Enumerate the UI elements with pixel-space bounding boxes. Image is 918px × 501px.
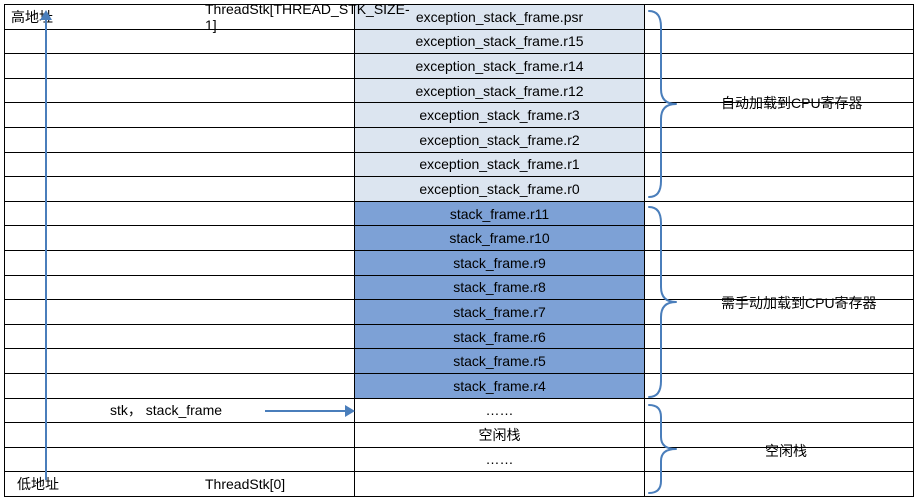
arrow-right-icon — [345, 405, 355, 417]
left-cell — [5, 226, 355, 250]
stack-cell: exception_stack_frame.r2 — [355, 128, 645, 152]
table-row: 高地址 ThreadStk[THREAD_STK_SIZE-1] excepti… — [5, 5, 913, 30]
left-cell — [5, 374, 355, 398]
anno-cell — [645, 251, 913, 275]
anno-cell — [645, 177, 913, 201]
left-cell — [5, 349, 355, 373]
left-cell — [5, 448, 355, 472]
high-slot-label: ThreadStk[THREAD_STK_SIZE-1] — [205, 1, 410, 33]
stack-cell: exception_stack_frame.r15 — [355, 30, 645, 54]
left-cell: 低地址 ThreadStk[0] — [5, 472, 355, 496]
table-row: exception_stack_frame.r2 — [5, 128, 913, 153]
left-cell — [5, 153, 355, 177]
anno-cell — [645, 349, 913, 373]
stack-cell: stack_frame.r10 — [355, 226, 645, 250]
left-cell — [5, 30, 355, 54]
anno-cell — [645, 325, 913, 349]
left-cell — [5, 300, 355, 324]
left-cell — [5, 276, 355, 300]
anno-cell — [645, 5, 913, 29]
left-cell — [5, 103, 355, 127]
anno-cell — [645, 226, 913, 250]
stack-layout-diagram: 高地址 ThreadStk[THREAD_STK_SIZE-1] excepti… — [4, 4, 914, 497]
stack-cell: exception_stack_frame.r12 — [355, 79, 645, 103]
table-row: stack_frame.r5 — [5, 349, 913, 374]
table-row: exception_stack_frame.r15 — [5, 30, 913, 55]
stack-cell: …… — [355, 448, 645, 472]
arrow-up-icon — [40, 10, 52, 20]
stack-cell: exception_stack_frame.r3 — [355, 103, 645, 127]
left-cell — [5, 423, 355, 447]
stack-cell: stack_frame.r11 — [355, 202, 645, 226]
left-cell — [5, 325, 355, 349]
stack-cell: exception_stack_frame.r1 — [355, 153, 645, 177]
stack-cell: stack_frame.r5 — [355, 349, 645, 373]
low-slot-label: ThreadStk[0] — [205, 476, 285, 492]
anno-cell — [645, 472, 913, 496]
stack-cell: stack_frame.r8 — [355, 276, 645, 300]
table-row: stack_frame.r9 — [5, 251, 913, 276]
left-cell — [5, 79, 355, 103]
left-cell — [5, 128, 355, 152]
left-cell — [5, 177, 355, 201]
anno-cell — [645, 54, 913, 78]
table-row: exception_stack_frame.r1 — [5, 153, 913, 178]
table-row: 低地址 ThreadStk[0] — [5, 472, 913, 497]
table-row: stack_frame.r10 — [5, 226, 913, 251]
annotation-free: 空闲栈 — [765, 441, 807, 461]
stack-cell: stack_frame.r9 — [355, 251, 645, 275]
stack-cell: 空闲栈 — [355, 423, 645, 447]
stack-cell: exception_stack_frame.r14 — [355, 54, 645, 78]
low-address-label: 低地址 — [17, 474, 59, 494]
anno-cell — [645, 399, 913, 423]
left-cell — [5, 251, 355, 275]
annotation-auto: 自动加载到CPU寄存器 — [721, 93, 863, 113]
stk-pointer-label: stk， stack_frame — [110, 400, 222, 420]
anno-cell — [645, 374, 913, 398]
anno-cell — [645, 128, 913, 152]
table-row: stack_frame.r4 — [5, 374, 913, 399]
left-cell: 高地址 ThreadStk[THREAD_STK_SIZE-1] — [5, 5, 355, 29]
stack-cell: stack_frame.r4 — [355, 374, 645, 398]
stack-cell: …… — [355, 399, 645, 423]
stack-cell — [355, 472, 645, 496]
table-row: stack_frame.r11 — [5, 202, 913, 227]
table-row: exception_stack_frame.r14 — [5, 54, 913, 79]
table-row: stk， stack_frame …… — [5, 399, 913, 424]
stack-cell: stack_frame.r7 — [355, 300, 645, 324]
annotation-manual: 需手动加载到CPU寄存器 — [721, 293, 877, 313]
table-row: stack_frame.r6 — [5, 325, 913, 350]
anno-cell — [645, 30, 913, 54]
left-cell — [5, 202, 355, 226]
direction-arrow-vertical — [45, 16, 47, 480]
stk-pointer-arrow — [265, 410, 347, 412]
stack-cell: exception_stack_frame.r0 — [355, 177, 645, 201]
table-row: exception_stack_frame.r0 — [5, 177, 913, 202]
left-cell — [5, 54, 355, 78]
stack-cell: stack_frame.r6 — [355, 325, 645, 349]
anno-cell — [645, 202, 913, 226]
anno-cell — [645, 153, 913, 177]
